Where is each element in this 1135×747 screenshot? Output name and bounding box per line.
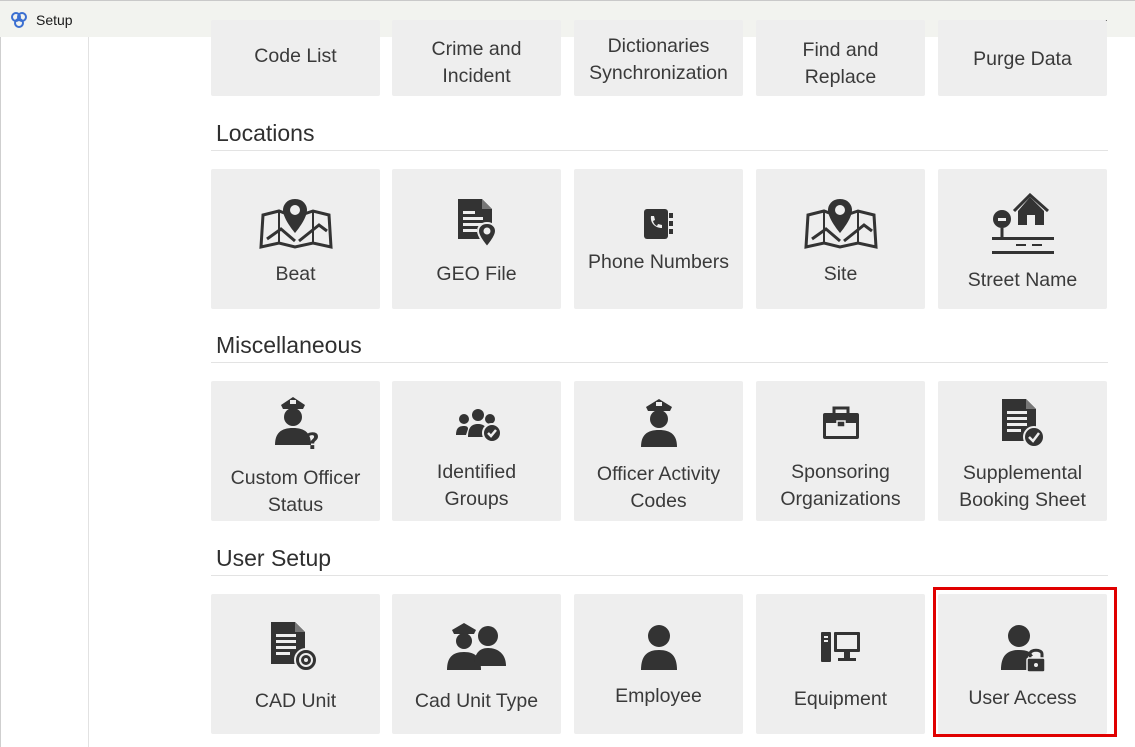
group-check-icon [456,409,502,443]
map-pin-icon [804,199,878,249]
tile-officer-activity-codes[interactable]: Officer Activity Codes [574,381,743,521]
tile-label: Site [823,263,858,285]
tile-label: Purge Data [973,48,1072,70]
tile-equipment[interactable]: Equipment [756,594,925,734]
briefcase-icon [823,406,859,439]
tile-label: Dictionaries Synchronization [589,35,728,84]
tile-label: Find and Replace [802,39,879,88]
tile-cad-unit-type[interactable]: Cad Unit Type [392,594,561,734]
tile-code-list[interactable]: Code List [211,20,380,96]
tile-label: Equipment [793,688,888,710]
tile-label: Crime and Incident [431,38,522,87]
tile-geo-file[interactable]: GEO File [392,169,561,309]
tile-label: Beat [275,263,316,285]
tile-dictionaries-sync[interactable]: Dictionaries Synchronization [574,20,743,96]
highlight-box [933,587,1117,737]
map-pin-icon [259,199,333,249]
tile-label: Phone Numbers [588,251,729,273]
window-title: Setup [36,12,73,28]
tile-find-replace[interactable]: Find and Replace [756,20,925,96]
address-book-icon [644,209,673,239]
section-title: Miscellaneous [216,332,362,358]
section-locations: Locations [211,120,1108,151]
officer-user-icon [447,623,506,670]
section-miscellaneous: Miscellaneous [211,332,1108,363]
svg-text:?: ? [307,430,319,453]
tile-label: Identified Groups [436,461,517,510]
tile-custom-officer-status[interactable]: ? Custom Officer Status [211,381,380,521]
tile-label: Custom Officer Status [230,467,361,516]
tile-employee[interactable]: Employee [574,594,743,734]
tile-street-name[interactable]: Street Name [938,169,1107,309]
section-title: Locations [216,120,315,146]
tile-label: Code List [254,45,337,67]
app-logo-icon [11,12,27,28]
tile-label: CAD Unit [254,690,337,712]
tile-label: Street Name [967,269,1078,291]
tile-crime-incident[interactable]: Crime and Incident [392,20,561,96]
tile-label: GEO File [436,263,517,285]
tile-cad-unit[interactable]: CAD Unit [211,594,380,734]
tile-label: Supplemental Booking Sheet [959,462,1086,511]
tile-label: Officer Activity Codes [596,463,721,512]
tile-label: Cad Unit Type [414,690,539,712]
tile-identified-groups[interactable]: Identified Groups [392,381,561,521]
street-icon [992,193,1054,254]
section-user-setup: User Setup [211,545,1108,576]
tile-purge-data[interactable]: Purge Data [938,20,1107,96]
section-title: User Setup [216,545,332,571]
officer-icon [641,399,677,447]
tile-site[interactable]: Site [756,169,925,309]
tile-label: Employee [615,685,702,707]
document-gear-icon [271,622,318,672]
officer-question-icon: ? [275,397,319,453]
computer-icon [821,632,860,662]
tile-supplemental-booking-sheet[interactable]: Supplemental Booking Sheet [938,381,1107,521]
user-icon [641,625,677,670]
tile-beat[interactable]: Beat [211,169,380,309]
tile-label: Sponsoring Organizations [780,461,901,510]
document-check-icon [1002,399,1045,448]
tile-sponsoring-organizations[interactable]: Sponsoring Organizations [756,381,925,521]
tile-phone-numbers[interactable]: Phone Numbers [574,169,743,309]
left-sidebar [0,37,89,747]
geo-file-icon [458,199,498,249]
